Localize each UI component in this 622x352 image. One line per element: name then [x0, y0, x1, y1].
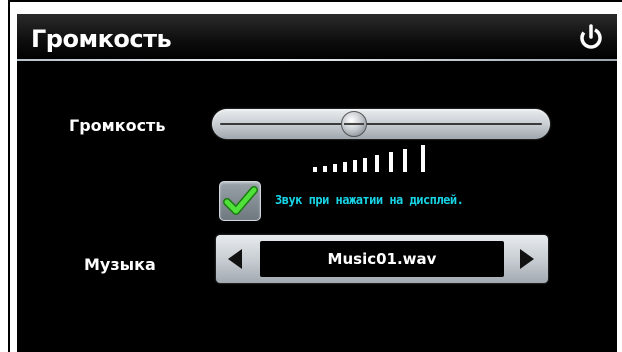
frame-top-border — [8, 0, 622, 2]
volume-bar — [313, 167, 317, 172]
volume-bar — [421, 145, 425, 172]
checkmark-icon — [223, 186, 258, 215]
device-screen: Громкость Громкость Звук при нажатии на … — [17, 14, 617, 352]
volume-slider[interactable] — [212, 109, 550, 139]
touch-sound-label: Звук при нажатии на дисплей. — [275, 193, 464, 207]
frame-left-border — [8, 0, 10, 352]
volume-bar — [375, 155, 379, 172]
music-label: Музыка — [84, 255, 156, 274]
volume-slider-thumb[interactable] — [341, 111, 367, 137]
volume-bar — [389, 152, 393, 172]
power-button[interactable] — [577, 23, 605, 51]
volume-level-indicator — [313, 144, 433, 172]
volume-bar — [353, 160, 357, 172]
header-divider — [17, 59, 617, 61]
power-icon — [580, 24, 602, 49]
volume-bar — [343, 162, 347, 172]
music-value-box: Music01.wav — [260, 241, 504, 277]
volume-bar — [323, 166, 327, 172]
volume-slider-groove — [220, 123, 542, 125]
volume-bar — [403, 149, 407, 172]
touch-sound-checkbox[interactable] — [219, 181, 261, 221]
music-next-button[interactable] — [512, 245, 540, 273]
triangle-right-icon — [520, 249, 534, 269]
music-selected-file: Music01.wav — [327, 250, 437, 268]
triangle-left-icon — [228, 249, 242, 269]
volume-label: Громкость — [69, 116, 166, 135]
music-prev-button[interactable] — [222, 245, 250, 273]
header-bar: Громкость — [17, 14, 617, 60]
page-title: Громкость — [31, 25, 172, 53]
volume-bar — [333, 164, 337, 172]
music-selector: Music01.wav — [216, 235, 548, 283]
volume-bar — [363, 158, 367, 172]
